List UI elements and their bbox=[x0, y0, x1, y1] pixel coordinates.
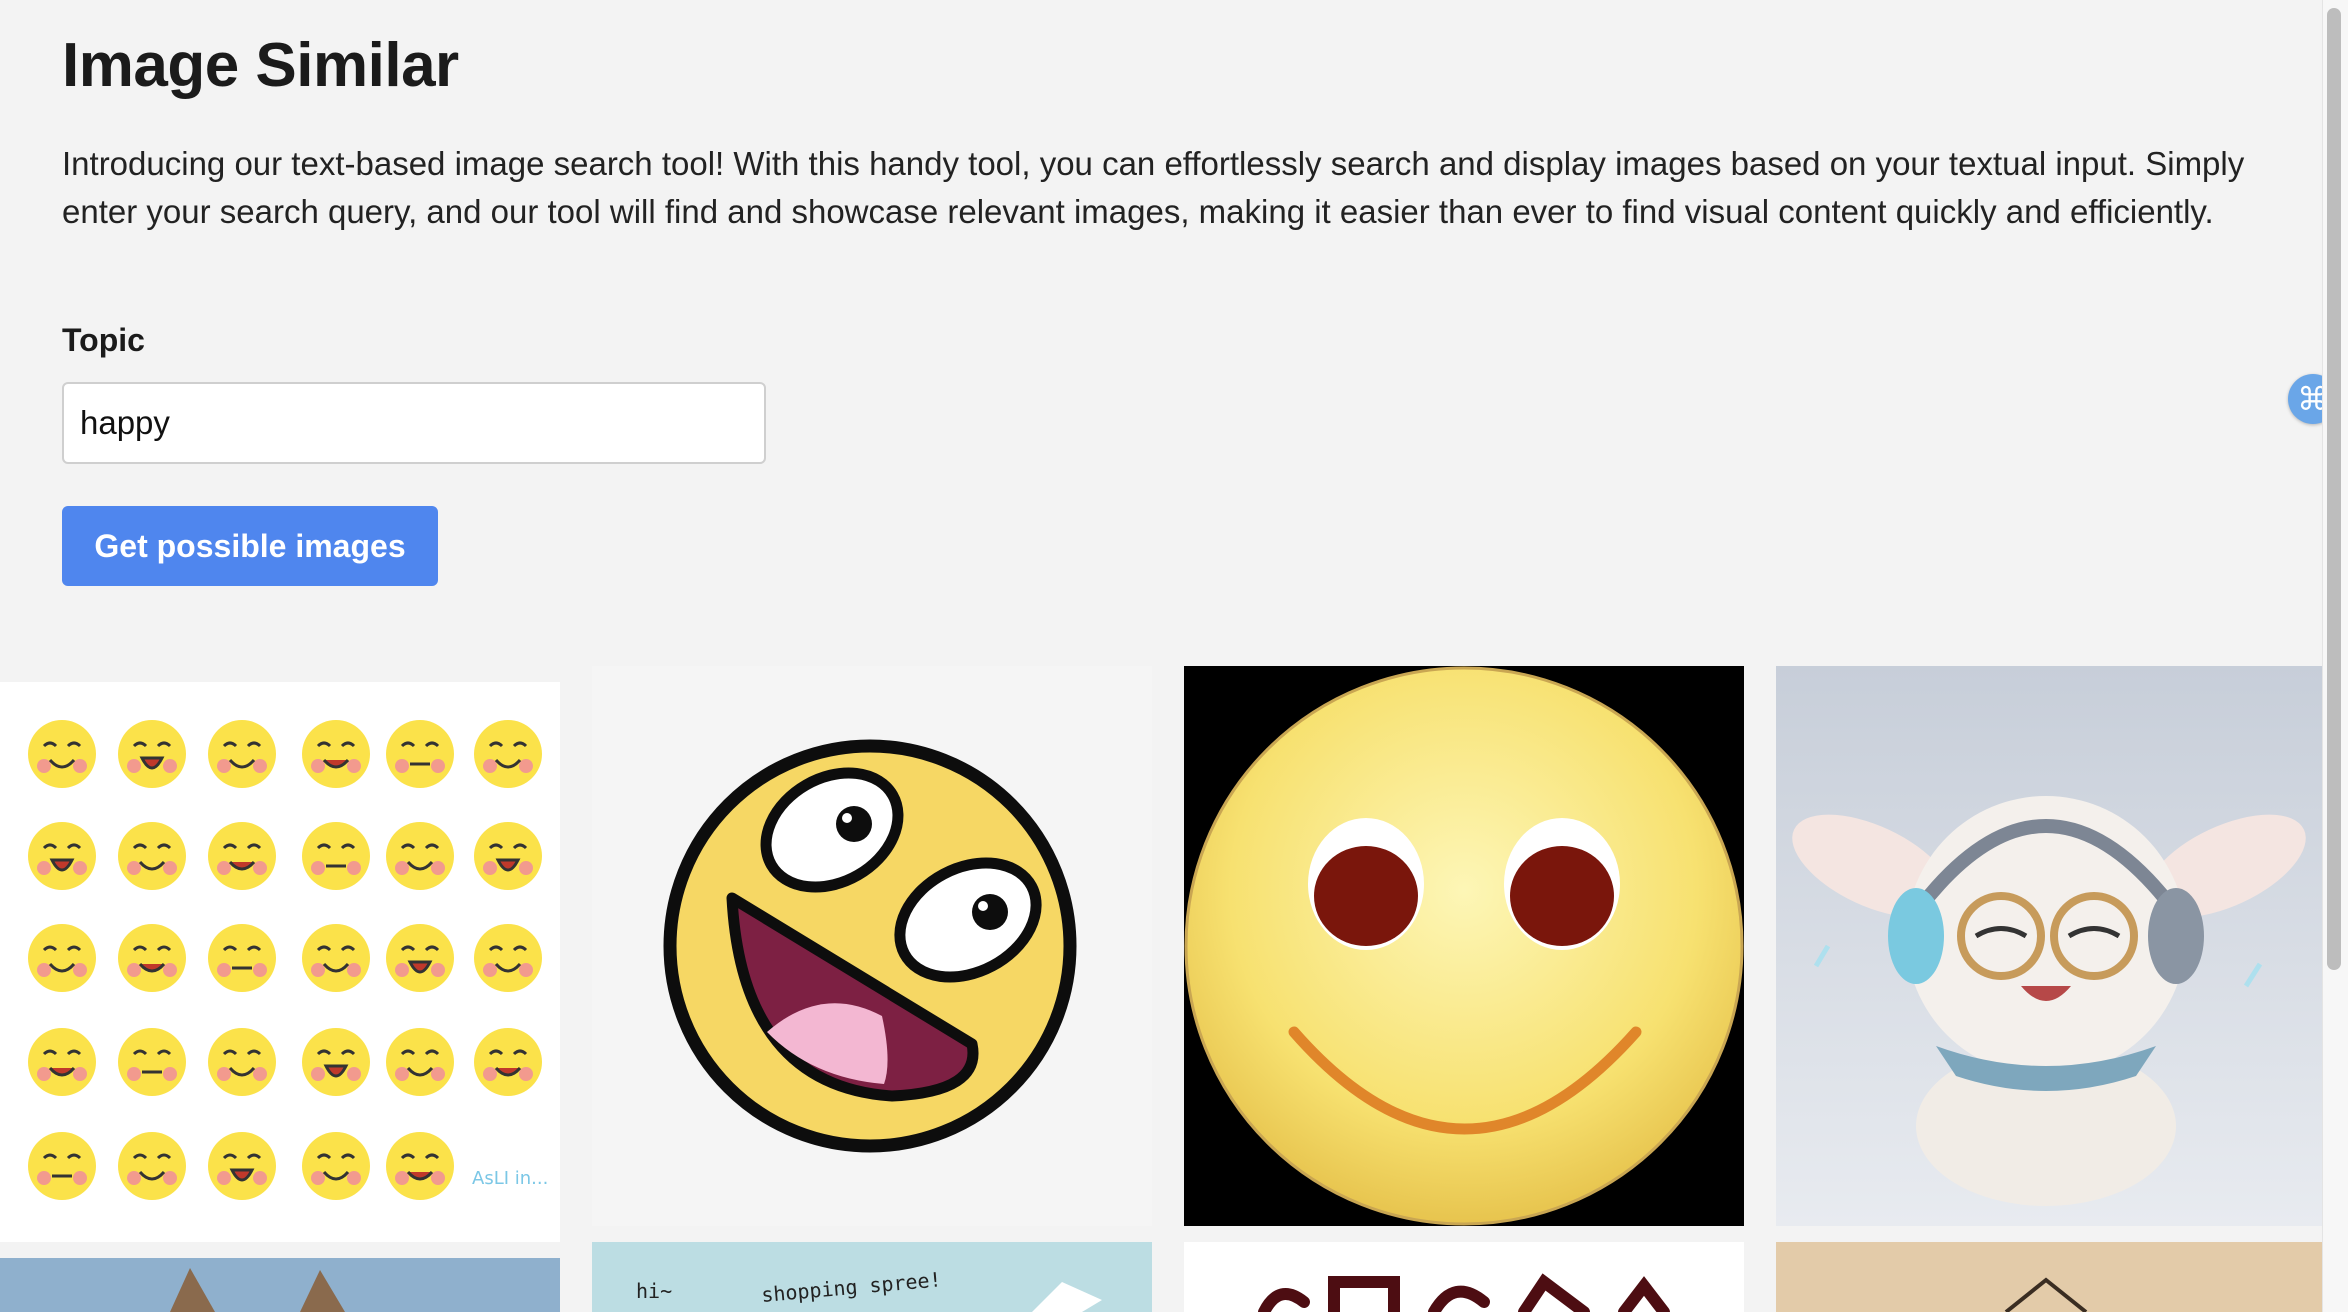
awesome-face-image bbox=[663, 739, 1077, 1153]
emoji-face bbox=[474, 720, 542, 788]
emoji-face bbox=[28, 924, 96, 992]
emoji-sheet-image bbox=[28, 720, 542, 1200]
topic-input[interactable] bbox=[62, 382, 766, 464]
shopping-card-image: hi~ shopping spree! bbox=[636, 1267, 1102, 1312]
emoji-face bbox=[208, 924, 276, 992]
result-tile-paper-craft[interactable] bbox=[1776, 1242, 2322, 1312]
emoji-face bbox=[302, 822, 370, 890]
intro-text: Introducing our text-based image search … bbox=[62, 145, 2245, 230]
emoji-sheet-watermark: AsLI in... bbox=[472, 1168, 549, 1189]
emoji-face bbox=[118, 822, 186, 890]
result-tile-emoji-sheet[interactable]: AsLI in... bbox=[0, 682, 560, 1242]
emoji-face bbox=[302, 1028, 370, 1096]
page-title: Image Similar bbox=[62, 31, 459, 100]
result-tile-chinese-text[interactable] bbox=[1184, 1242, 1744, 1312]
emoji-face bbox=[474, 924, 542, 992]
smiley-face-image bbox=[1184, 666, 1744, 1226]
emoji-face bbox=[208, 1132, 276, 1200]
emoji-face bbox=[28, 1028, 96, 1096]
emoji-face bbox=[386, 720, 454, 788]
emoji-face bbox=[302, 720, 370, 788]
shopping-caption-hi: hi~ bbox=[636, 1279, 672, 1303]
emoji-face bbox=[474, 1028, 542, 1096]
scrollbar-thumb[interactable] bbox=[2327, 8, 2341, 970]
emoji-face bbox=[386, 924, 454, 992]
result-tile-awesome-face[interactable] bbox=[592, 666, 1152, 1226]
result-tile-rabbit[interactable] bbox=[1776, 666, 2322, 1226]
emoji-face bbox=[386, 1028, 454, 1096]
emoji-face bbox=[302, 924, 370, 992]
shopping-caption-spree: shopping spree! bbox=[760, 1267, 942, 1307]
emoji-face bbox=[386, 1132, 454, 1200]
emoji-face bbox=[118, 924, 186, 992]
emoji-face bbox=[208, 1028, 276, 1096]
emoji-face bbox=[386, 822, 454, 890]
result-tile-shopping[interactable]: hi~ shopping spree! bbox=[592, 1242, 1152, 1312]
emoji-face bbox=[208, 822, 276, 890]
emoji-face bbox=[474, 822, 542, 890]
emoji-face bbox=[28, 1132, 96, 1200]
emoji-face bbox=[28, 822, 96, 890]
emoji-face bbox=[302, 1132, 370, 1200]
result-tile-dog[interactable] bbox=[0, 1258, 560, 1312]
rabbit-headphones-image bbox=[1776, 666, 2322, 1226]
emoji-face bbox=[118, 1028, 186, 1096]
emoji-face bbox=[118, 720, 186, 788]
dog-photo-image bbox=[0, 1258, 560, 1312]
chinese-text-image bbox=[1258, 1273, 1670, 1312]
emoji-face bbox=[208, 720, 276, 788]
paper-craft-image bbox=[1776, 1242, 2322, 1312]
get-images-button[interactable]: Get possible images bbox=[62, 506, 438, 586]
emoji-face bbox=[28, 720, 96, 788]
emoji-face bbox=[118, 1132, 186, 1200]
result-tile-smiley[interactable] bbox=[1184, 666, 1744, 1226]
topic-label: Topic bbox=[62, 322, 145, 358]
